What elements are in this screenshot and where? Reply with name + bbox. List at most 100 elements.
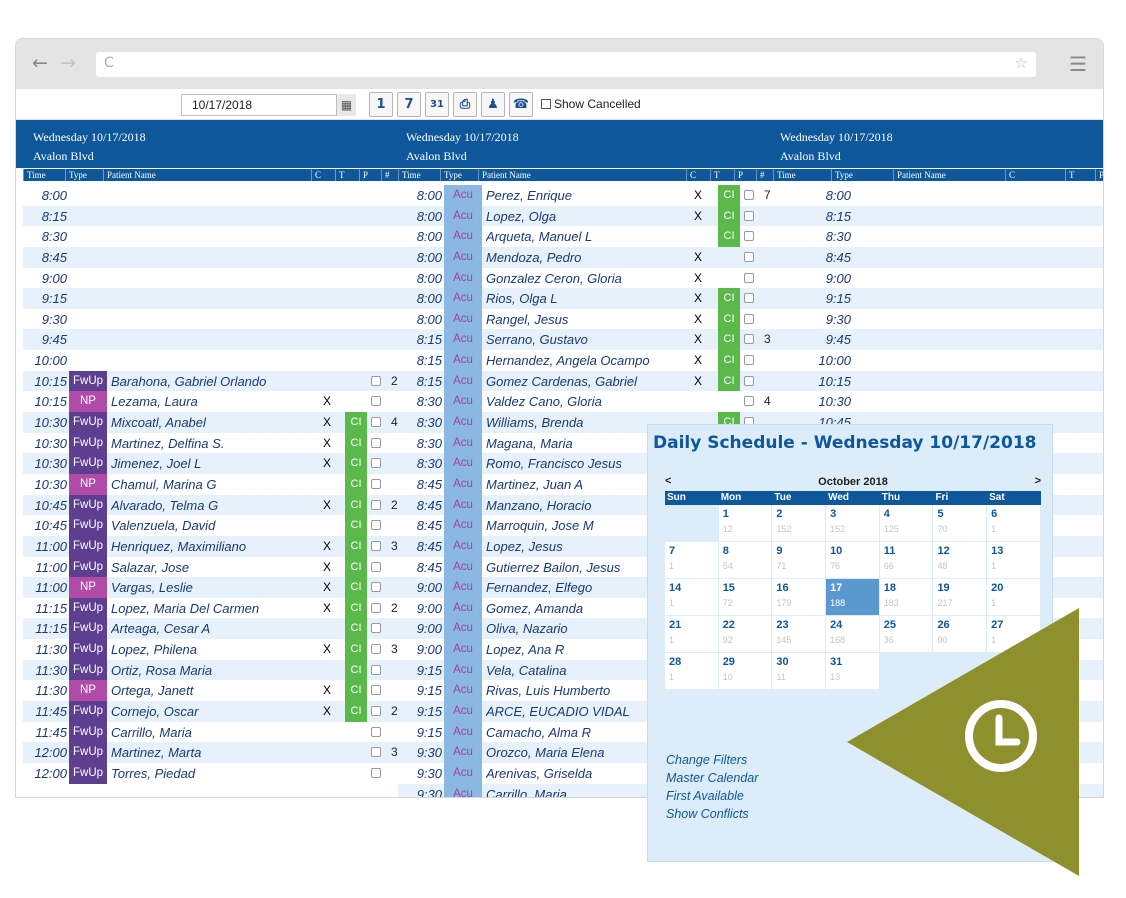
header-c-2[interactable]: C [686,169,710,181]
patient-name[interactable]: Mendoza, Pedro [486,250,686,265]
schedule-row[interactable]: 8:15 Acu Gomez Cardenas, Gabriel X CI [398,370,773,392]
patient-name[interactable]: Vargas, Leslie [111,580,311,595]
patient-name[interactable]: Salazar, Jose [111,560,311,575]
schedule-row[interactable]: 8:15 Acu Serrano, Gustavo X CI 3 [398,329,773,351]
schedule-row[interactable]: 10:15 NP Lezama, Laura X [23,391,399,413]
schedule-row[interactable]: 9:45 [23,329,399,351]
patient-name[interactable]: Lopez, Maria Del Carmen [111,601,311,616]
patient-name[interactable]: Martinez, Delfina S. [111,436,311,451]
schedule-row[interactable]: 9:30 [23,309,399,330]
calendar-day[interactable]: 1 12 [718,505,773,542]
calendar-day[interactable]: 2 152 [772,505,827,542]
calendar-day[interactable]: 21 1 [665,616,719,653]
header-t-1[interactable]: T [335,169,359,181]
patient-name[interactable]: Rangel, Jesus [486,312,686,327]
schedule-row[interactable]: 12:00 FwUp Martinez, Marta 3 [23,742,399,763]
patient-name[interactable]: Barahona, Gabriel Orlando [111,374,311,389]
patient-name[interactable]: Valdez Cano, Gloria [486,394,686,409]
patient-name[interactable]: Valenzuela, David [111,518,311,533]
patient-name[interactable]: Gomez Cardenas, Gabriel [486,374,686,389]
schedule-row[interactable]: 8:45 [773,246,1103,268]
paid-checkbox[interactable] [744,375,754,386]
schedule-row[interactable]: 8:15 Acu Hernandez, Angela Ocampo X CI [398,350,773,371]
paid-checkbox[interactable] [371,685,381,696]
patient-name[interactable]: Serrano, Gustavo [486,332,686,347]
patient-name[interactable]: Chamul, Marina G [111,477,311,492]
patient-name[interactable]: Lopez, Olga [486,209,686,224]
schedule-row[interactable]: 11:00 NP Vargas, Leslie X CI [23,577,399,598]
link-first-available[interactable]: First Available [666,787,758,805]
patient-name[interactable]: Carrillo, Maria [111,725,311,740]
schedule-row[interactable]: 11:45 FwUp Cornejo, Oscar X CI 2 [23,701,399,722]
schedule-row[interactable]: 10:30 FwUp Mixcoatl, Anabel X CI 4 [23,412,399,433]
calendar-day[interactable]: 8 54 [718,542,773,579]
calendar-day[interactable]: 12 48 [933,542,988,579]
schedule-row[interactable]: 8:00 Acu Rios, Olga L X CI [398,288,773,309]
patient-name[interactable]: Ortega, Janett [111,683,311,698]
paid-checkbox[interactable] [371,478,381,489]
schedule-row[interactable]: 9:00 [773,268,1103,289]
next-month-button[interactable]: > [1035,475,1041,487]
paid-checkbox[interactable] [371,767,381,778]
paid-checkbox[interactable] [371,396,381,407]
patient-name[interactable]: Rios, Olga L [486,291,686,306]
header-c-1[interactable]: C [311,169,335,181]
calendar-day[interactable]: 14 1 [665,579,719,616]
schedule-row[interactable]: 9:15 [23,288,399,309]
schedule-row[interactable]: 10:15 FwUp Barahona, Gabriel Orlando 2 [23,370,399,392]
paid-checkbox[interactable] [371,375,381,386]
calendar-day[interactable]: 71 [665,542,719,579]
paid-checkbox[interactable] [371,458,381,469]
schedule-row[interactable]: 8:00 Acu Gonzalez Ceron, Gloria X [398,267,773,289]
patient-name[interactable]: Gonzalez Ceron, Gloria [486,271,686,286]
patient-name[interactable]: Jimenez, Joel L [111,456,311,471]
reload-icon[interactable]: C [104,55,114,71]
patient-name[interactable]: Torres, Piedad [111,766,311,781]
schedule-row[interactable]: 8:00 Acu Mendoza, Pedro X [398,246,773,268]
patient-name[interactable]: Ortiz, Rosa Maria [111,663,311,678]
calendar-day[interactable]: 5 70 [933,505,988,542]
schedule-row[interactable]: 11:00 FwUp Henriquez, Maximiliano X CI 3 [23,535,399,557]
address-bar[interactable]: C ☆ [96,52,1036,77]
schedule-row[interactable]: 11:15 FwUp Lopez, Maria Del Carmen X CI 2 [23,597,399,619]
paid-checkbox[interactable] [371,520,381,531]
schedule-row[interactable]: 8:30 [23,226,399,247]
schedule-row[interactable]: 8:00 Acu Lopez, Olga X CI [398,205,773,227]
back-arrow-icon[interactable]: ← [32,52,48,74]
forward-arrow-icon[interactable]: → [60,52,76,74]
schedule-row[interactable]: 8:00 Acu Perez, Enrique X CI 7 [398,185,773,206]
paid-checkbox[interactable] [371,623,381,634]
paid-checkbox[interactable] [744,251,754,262]
schedule-row[interactable]: 9:45 [773,329,1103,351]
schedule-row[interactable]: 11:30 FwUp Ortiz, Rosa Maria CI [23,659,399,681]
header-type-1[interactable]: Type [65,169,103,181]
patient-name[interactable]: Perez, Enrique [486,188,686,203]
calendar-day[interactable]: 9 71 [772,542,827,579]
week-view-icon[interactable]: 7 [397,92,421,117]
schedule-row[interactable]: 10:00 [23,350,399,371]
calendar-day[interactable]: 16 179 [772,579,827,616]
paid-checkbox[interactable] [371,437,381,448]
calendar-day[interactable]: 30 11 [772,653,827,690]
header-time-3[interactable]: Time [773,169,831,181]
header--1[interactable]: # [381,169,399,181]
header-t-3[interactable]: T [1065,169,1095,181]
calendar-day[interactable]: 13 1 [987,542,1041,579]
schedule-row[interactable]: 10:15 [773,370,1103,392]
patient-name[interactable]: Alvarado, Telma G [111,498,311,513]
calendar-day[interactable]: 3 152 [826,505,880,542]
schedule-row[interactable]: 8:00 Acu Rangel, Jesus X CI [398,308,773,330]
schedule-row[interactable]: 10:30 [773,391,1103,412]
schedule-row[interactable]: 8:15 [23,205,399,227]
paid-checkbox[interactable] [744,293,754,304]
schedule-row[interactable]: 11:30 NP Ortega, Janett X CI [23,680,399,702]
schedule-row[interactable]: 10:45 FwUp Valenzuela, David CI [23,515,399,536]
calendar-day[interactable]: 10 76 [826,542,880,579]
day-view-icon[interactable]: 1 [369,92,393,117]
schedule-row[interactable]: 8:30 Acu Valdez Cano, Gloria 4 [398,391,773,413]
calendar-day[interactable]: 11 66 [879,542,934,579]
menu-icon[interactable]: ☰ [1069,52,1087,76]
schedule-row[interactable]: 11:45 FwUp Carrillo, Maria [23,721,399,743]
schedule-row[interactable]: 12:00 FwUp Torres, Piedad [23,762,399,784]
paid-checkbox[interactable] [371,582,381,593]
